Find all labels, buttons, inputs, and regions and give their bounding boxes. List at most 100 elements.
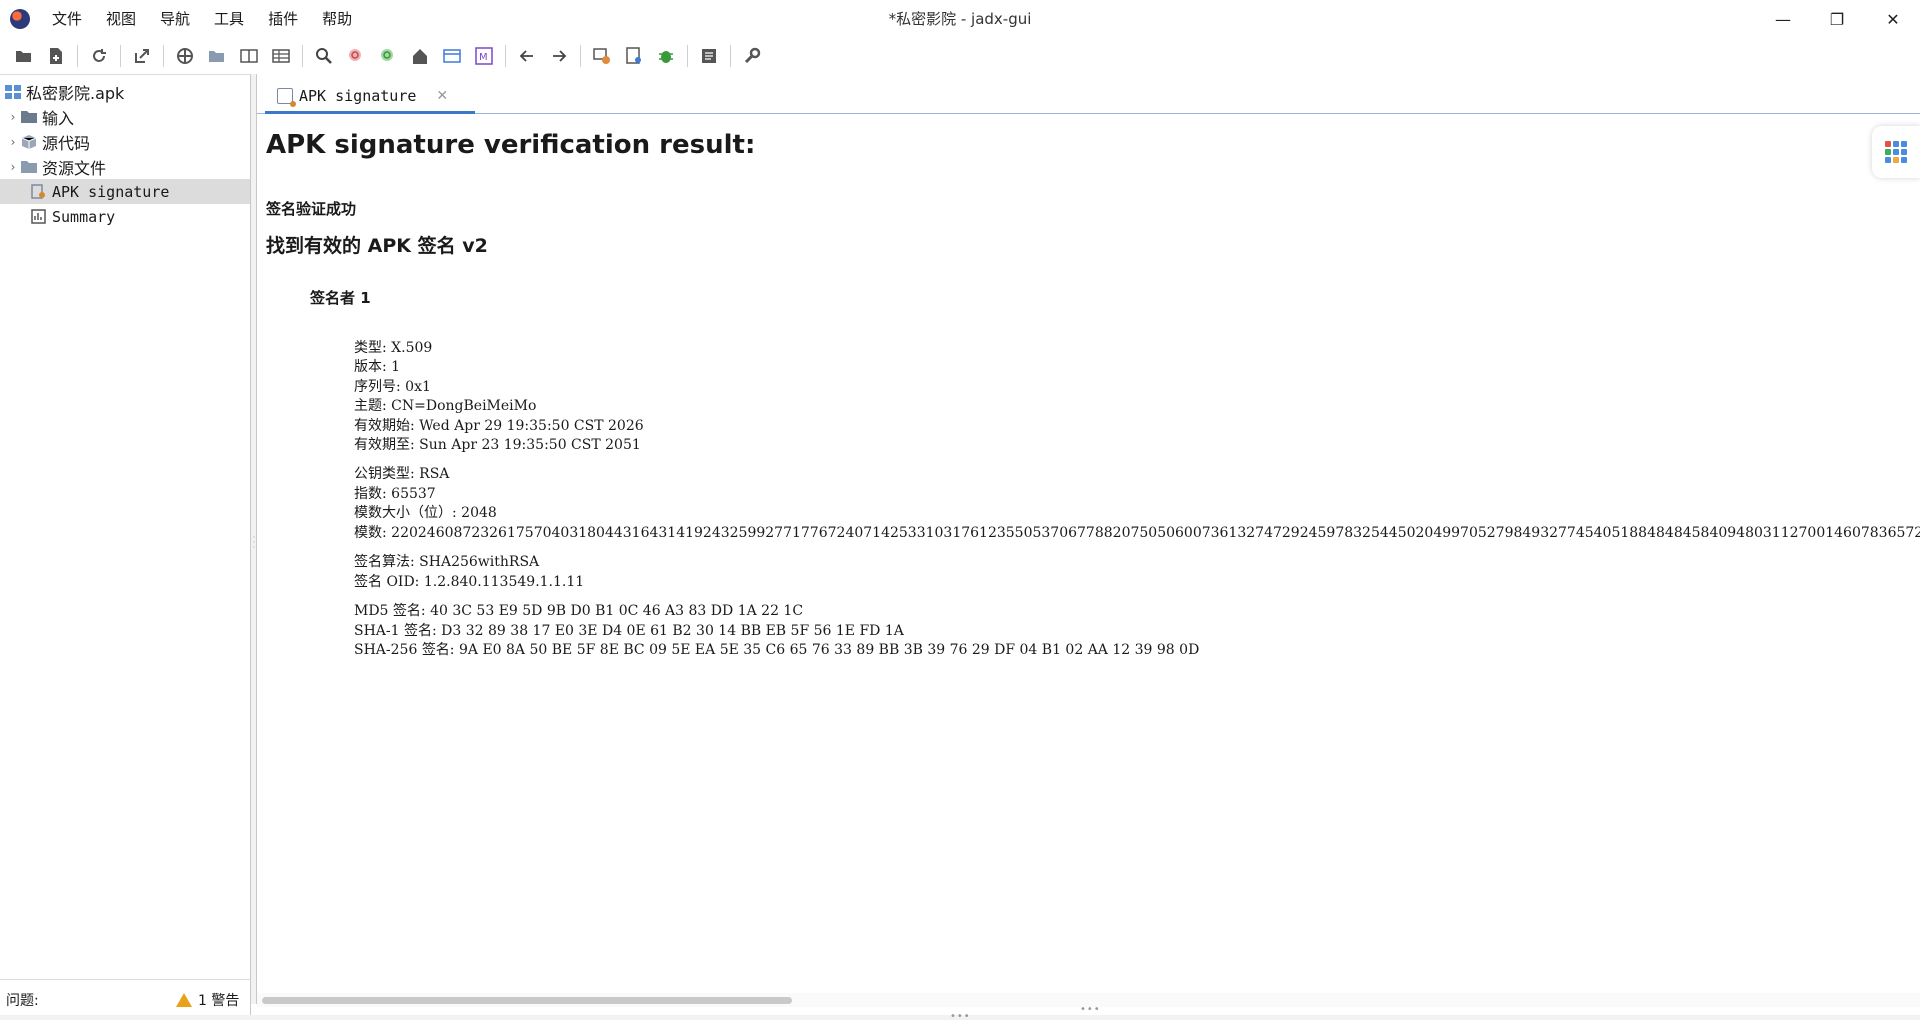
settings-icon[interactable] — [739, 43, 765, 69]
svg-text:M: M — [479, 52, 488, 63]
toolbar-separator — [580, 45, 581, 67]
refresh-icon[interactable] — [86, 43, 112, 69]
toolbar-separator — [687, 45, 688, 67]
field-label: 签名 OID: — [354, 574, 424, 590]
tree-root-label: 私密影院.apk — [26, 83, 125, 103]
field-value: 40 3C 53 E9 5D 9B D0 B1 0C 46 A3 83 DD 1… — [430, 603, 804, 619]
signature-scheme-heading: 找到有效的 APK 签名 v2 — [266, 235, 488, 257]
tree-item-source[interactable]: › 源代码 — [0, 129, 250, 154]
key-type: 公钥类型: RSA — [354, 463, 449, 483]
split-view-icon[interactable] — [236, 43, 262, 69]
debug-icon[interactable] — [653, 43, 679, 69]
decompile-icon[interactable] — [621, 43, 647, 69]
field-label: 版本: — [354, 359, 392, 375]
close-window-button[interactable]: ✕ — [1866, 0, 1920, 38]
cert-version: 版本: 1 — [354, 356, 400, 376]
tree-item-summary[interactable]: Summary — [0, 204, 250, 229]
field-label: 类型: — [354, 340, 392, 356]
chevron-right-icon[interactable]: › — [6, 135, 20, 149]
floating-apps-button[interactable] — [1872, 126, 1920, 178]
add-file-icon[interactable] — [43, 43, 69, 69]
maximize-button[interactable]: ❐ — [1810, 0, 1864, 38]
field-label: 签名算法: — [354, 554, 420, 570]
title-bar: 文件 视图 导航 工具 插件 帮助 *私密影院 - jadx-gui — ❐ ✕ — [0, 0, 1920, 38]
field-label: 有效期始: — [354, 418, 420, 434]
tree-root[interactable]: 私密影院.apk — [0, 79, 250, 104]
open-folder-icon[interactable] — [11, 43, 37, 69]
app-logo-icon — [10, 9, 30, 29]
field-value: X.509 — [391, 340, 433, 356]
restore-icon: ❐ — [1829, 9, 1845, 29]
field-label: 模数: — [354, 525, 392, 541]
toolbar-separator — [163, 45, 164, 67]
deobfuscation-icon[interactable] — [589, 43, 615, 69]
close-tab-icon[interactable]: ✕ — [436, 88, 448, 104]
issues-label: 问题: — [6, 993, 39, 1009]
field-value: 1.2.840.113549.1.1.11 — [423, 574, 585, 590]
tree-item-resources[interactable]: › 资源文件 — [0, 154, 250, 179]
field-value: 2202460872326175704031804431643141924325… — [391, 525, 1920, 541]
cert-subject: 主题: CN=DongBeiMeiMo — [354, 395, 536, 415]
splitter-grip-icon[interactable]: ••• — [950, 1011, 971, 1022]
cert-valid-from: 有效期始: Wed Apr 29 19:35:50 CST 2026 — [354, 415, 644, 435]
tree-item-input[interactable]: › 输入 — [0, 104, 250, 129]
tree-item-apk-signature[interactable]: APK signature — [0, 179, 250, 204]
menu-help[interactable]: 帮助 — [310, 0, 364, 38]
toolbar-separator — [77, 45, 78, 67]
close-icon: ✕ — [1886, 9, 1900, 29]
certificate-icon — [31, 183, 45, 199]
menu-file[interactable]: 文件 — [40, 0, 94, 38]
class-search-icon[interactable] — [439, 43, 465, 69]
find-class-icon[interactable] — [375, 43, 401, 69]
key-modulus-size: 模数大小（位）: 2048 — [354, 502, 497, 522]
field-value: 9A E0 8A 50 BE 5F 8E BC 09 5E EA 5E 35 C… — [458, 642, 1200, 658]
field-label: 序列号: — [354, 379, 406, 395]
field-value: Sun Apr 23 19:35:50 CST 2051 — [419, 437, 641, 453]
field-label: 有效期至: — [354, 437, 420, 453]
chevron-right-icon[interactable]: › — [6, 110, 20, 124]
tab-apk-signature[interactable]: APK signature ✕ — [265, 80, 475, 114]
forward-icon[interactable] — [546, 43, 572, 69]
editor-tab-strip: APK signature ✕ — [257, 76, 1920, 114]
field-label: SHA-1 签名: — [354, 623, 442, 639]
splitter-grip-icon[interactable]: · · · — [252, 534, 256, 553]
toolbar-separator — [730, 45, 731, 67]
menu-navigation[interactable]: 导航 — [148, 0, 202, 38]
export-icon[interactable] — [129, 43, 155, 69]
cert-serial: 序列号: 0x1 — [354, 376, 431, 396]
field-label: 主题: — [354, 398, 392, 414]
tab-label: APK signature — [299, 86, 417, 105]
table-view-icon[interactable] — [268, 43, 294, 69]
sha256-fingerprint: SHA-256 签名: 9A E0 8A 50 BE 5F 8E BC 09 5… — [354, 639, 1199, 659]
scrollbar-thumb[interactable] — [262, 997, 792, 1004]
minimize-button[interactable]: — — [1756, 0, 1810, 38]
cert-type: 类型: X.509 — [354, 337, 432, 357]
method-search-icon[interactable]: M — [471, 43, 497, 69]
apk-icon — [5, 84, 21, 99]
warnings-count: 1 警告 — [198, 993, 240, 1009]
search-icon[interactable] — [311, 43, 337, 69]
menu-tools[interactable]: 工具 — [202, 0, 256, 38]
log-icon[interactable] — [696, 43, 722, 69]
find-usage-icon[interactable] — [343, 43, 369, 69]
field-value: RSA — [419, 466, 450, 482]
tree-item-label: 资源文件 — [42, 158, 107, 178]
splitter-grip-icon[interactable]: ••• — [1080, 1004, 1101, 1015]
toolbar-separator — [505, 45, 506, 67]
md5-fingerprint: MD5 签名: 40 3C 53 E9 5D 9B D0 B1 0C 46 A3… — [354, 600, 803, 620]
toolbar-separator — [302, 45, 303, 67]
home-icon[interactable] — [407, 43, 433, 69]
warnings-indicator[interactable]: 1 警告 — [176, 990, 239, 1010]
menu-view[interactable]: 视图 — [94, 0, 148, 38]
minimize-icon: — — [1775, 9, 1791, 29]
chevron-right-icon[interactable]: › — [6, 160, 20, 174]
tree-item-label: 源代码 — [42, 133, 91, 153]
field-label: MD5 签名: — [354, 603, 431, 619]
menu-plugins[interactable]: 插件 — [256, 0, 310, 38]
summary-icon — [31, 208, 46, 224]
sync-tree-icon[interactable] — [172, 43, 198, 69]
back-icon[interactable] — [514, 43, 540, 69]
warning-icon — [176, 993, 192, 1007]
key-exponent: 指数: 65537 — [354, 483, 436, 503]
flatten-packages-icon[interactable] — [204, 43, 230, 69]
